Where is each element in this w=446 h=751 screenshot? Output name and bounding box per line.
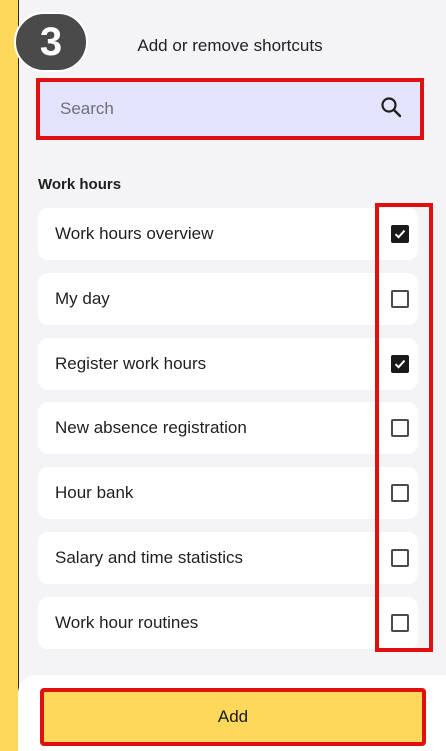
list-item[interactable]: New absence registration <box>38 402 418 454</box>
list-item-label: My day <box>55 289 110 308</box>
step-badge: 3 <box>14 12 88 72</box>
list-item-label: Hour bank <box>55 483 134 502</box>
list-item-label: New absence registration <box>55 418 247 437</box>
list-item[interactable]: Hour bank <box>38 467 418 519</box>
list-item[interactable]: Work hour routines <box>38 597 418 649</box>
search-icon[interactable] <box>380 96 402 123</box>
list-item[interactable]: Work hours overview <box>38 208 418 260</box>
checkbox-checked[interactable] <box>391 225 409 243</box>
list-item-label: Register work hours <box>55 354 207 373</box>
add-button[interactable]: Add <box>40 688 426 746</box>
list-item[interactable]: Register work hours <box>38 338 418 390</box>
search-bar[interactable] <box>36 78 424 140</box>
list-item[interactable]: Salary and time statistics <box>38 532 418 584</box>
checkbox-unchecked[interactable] <box>391 484 409 502</box>
checkbox-unchecked[interactable] <box>391 419 409 437</box>
page-title: Add or remove shortcuts <box>137 36 323 55</box>
checkbox-unchecked[interactable] <box>391 549 409 567</box>
list-item[interactable]: My day <box>38 273 418 325</box>
checkbox-unchecked[interactable] <box>391 614 409 632</box>
checkbox-checked[interactable] <box>391 355 409 373</box>
search-input[interactable] <box>58 98 362 120</box>
checkbox-unchecked[interactable] <box>391 290 409 308</box>
list-item-label: Salary and time statistics <box>55 548 244 567</box>
list-item-label: Work hour routines <box>55 613 199 632</box>
section-title: Work hours <box>38 176 122 193</box>
list-item-label: Work hours overview <box>55 224 214 243</box>
